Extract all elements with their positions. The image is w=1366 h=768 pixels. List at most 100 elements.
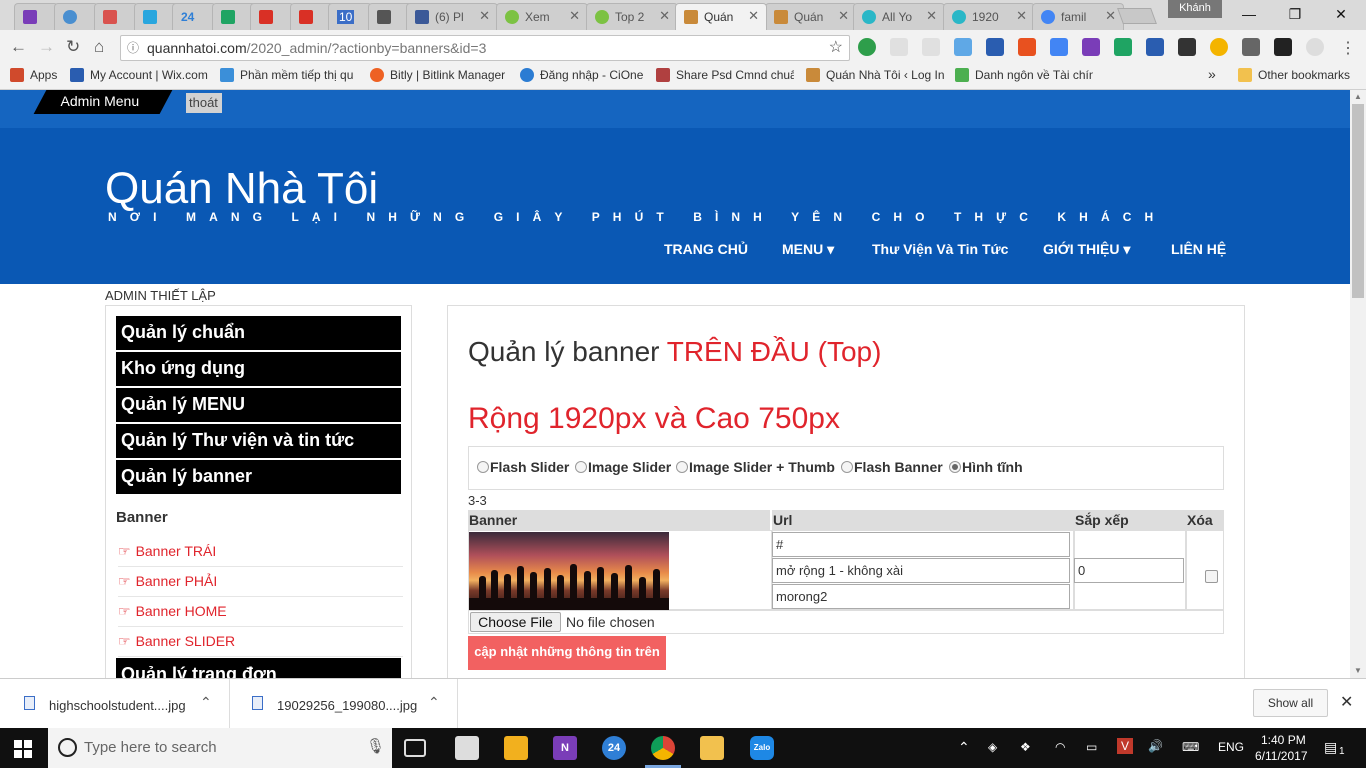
app-24-icon[interactable]: 24 [602, 736, 626, 760]
close-icon[interactable]: ✕ [569, 8, 580, 24]
chevron-up-icon[interactable]: ⌃ [428, 694, 440, 711]
tab-14[interactable]: Quán ✕ [765, 3, 857, 30]
tab-0[interactable] [14, 3, 58, 30]
home-icon[interactable]: ⌂ [94, 37, 104, 57]
download-icon[interactable] [1306, 38, 1324, 56]
close-icon[interactable]: ✕ [926, 8, 937, 24]
scrollbar-thumb[interactable] [1352, 104, 1364, 298]
other-bookmarks[interactable]: Other bookmarks [1238, 68, 1350, 82]
close-icon[interactable]: ✕ [1105, 8, 1116, 24]
extension-icon[interactable] [954, 38, 972, 56]
nav-menu[interactable]: MENU ▾ [782, 241, 834, 258]
tab-4[interactable]: 24 [172, 3, 216, 30]
nav-about[interactable]: GIỚI THIỆU ▾ [1043, 241, 1130, 258]
sidebar-menu-menu[interactable]: Quản lý MENU [116, 388, 401, 422]
bookmark-phan-mem[interactable]: Phần mềm tiếp thị qu [220, 68, 356, 82]
notification-icon[interactable]: ▤ [1324, 739, 1337, 756]
menu-icon[interactable]: ⋮ [1340, 38, 1356, 58]
sidebar-menu-library[interactable]: Quản lý Thư viện và tin tức [116, 424, 401, 458]
info-icon[interactable]: ⓘ [127, 36, 139, 60]
tray-v-icon[interactable]: V [1117, 738, 1134, 754]
chevron-up-icon[interactable]: ⌃ [200, 694, 212, 711]
sidebar-menu-standard[interactable]: Quản lý chuẩn [116, 316, 401, 350]
profile-button[interactable]: Khánh [1168, 0, 1222, 18]
tab-6[interactable] [250, 3, 294, 30]
translate-icon[interactable] [1050, 38, 1068, 56]
bookmark-danh-ngon[interactable]: Danh ngôn về Tài chín [955, 68, 1093, 82]
keyboard-icon[interactable]: ⌨ [1182, 740, 1199, 754]
tips-icon[interactable] [504, 736, 528, 760]
check-icon[interactable] [922, 38, 940, 56]
close-icon[interactable]: ✕ [748, 8, 759, 24]
site-title[interactable]: Quán Nhà Tôi [105, 164, 378, 214]
new-tab-button[interactable] [1117, 8, 1157, 24]
extension-icon[interactable] [890, 38, 908, 56]
close-icon[interactable]: ✕ [659, 8, 670, 24]
address-bar[interactable]: ⓘ quannhatoi.com/2020_admin/?actionby=ba… [120, 35, 850, 61]
tab-1[interactable] [54, 3, 98, 30]
nav-contact[interactable]: LIÊN HỆ [1171, 241, 1226, 257]
sidebar-link-banner-left[interactable]: ☞ Banner TRÁI [118, 537, 403, 567]
choose-file-button[interactable]: Choose File [470, 612, 561, 632]
bookmark-share-psd[interactable]: Share Psd Cmnd chuẩ [656, 68, 794, 82]
forward-icon[interactable]: → [38, 37, 55, 57]
bookmark-icon[interactable] [986, 38, 1004, 56]
windows-start-icon[interactable] [14, 740, 32, 758]
clock-date[interactable]: 6/11/2017 [1255, 749, 1308, 763]
language-indicator[interactable]: ENG [1218, 740, 1244, 754]
sidebar-link-banner-slider[interactable]: ☞ Banner SLIDER [118, 627, 403, 657]
microphone-icon[interactable]: 🎙 [366, 737, 385, 755]
download-item[interactable]: 19029256_199080....jpg ⌃ [228, 679, 458, 729]
banner-name-input[interactable]: morong2 [772, 584, 1070, 609]
taskbar-search[interactable]: Type here to search 🎙 [48, 728, 392, 768]
battery-icon[interactable]: ▭ [1086, 740, 1097, 754]
close-icon[interactable]: ✕ [1016, 8, 1027, 24]
banner-url-input[interactable]: # [772, 532, 1070, 557]
download-item[interactable]: highschoolstudent....jpg ⌃ [0, 679, 230, 729]
radio-static-image[interactable]: Hình tĩnh [949, 459, 1023, 475]
radio-flash-banner[interactable]: Flash Banner [841, 459, 943, 475]
file-explorer-icon[interactable] [700, 736, 724, 760]
scroll-up-icon[interactable]: ▲ [1354, 92, 1362, 101]
sidebar-menu-banner[interactable]: Quản lý banner [116, 460, 401, 494]
sidebar-menu-pages[interactable]: Quản lý trang đơn [116, 658, 401, 678]
zalo-icon[interactable]: Zalo [750, 736, 774, 760]
radio-flash-slider[interactable]: Flash Slider [477, 459, 569, 475]
reload-icon[interactable]: ↻ [66, 37, 80, 57]
dropbox-icon[interactable]: ❖ [1020, 740, 1031, 754]
tab-8[interactable]: 10 [328, 3, 372, 30]
bookmark-quan-nha-toi[interactable]: Quán Nhà Tôi ‹ Log In [806, 68, 945, 82]
tab-16[interactable]: 1920 ✕ [943, 3, 1035, 30]
banner-desc-input[interactable]: mở rộng 1 - không xài [772, 558, 1070, 583]
extension-icon[interactable] [1146, 38, 1164, 56]
tab-11[interactable]: Xem ✕ [496, 3, 588, 30]
tab-10[interactable]: (6) Pl ✕ [406, 3, 498, 30]
sidebar-link-banner-right[interactable]: ☞ Banner PHẢI [118, 567, 403, 597]
bookmark-star-icon[interactable]: ☆ [829, 36, 843, 60]
chrome-icon[interactable] [651, 736, 675, 760]
calendar-icon[interactable] [455, 736, 479, 760]
volume-icon[interactable]: 🔊 [1148, 739, 1163, 753]
radio-image-slider-thumb[interactable]: Image Slider + Thumb [676, 459, 835, 475]
nav-library-news[interactable]: Thư Viện Và Tin Tức [872, 241, 1008, 257]
update-info-button[interactable]: cập nhật những thông tin trên [468, 636, 666, 670]
clock-time[interactable]: 1:40 PM [1261, 733, 1306, 747]
tab-13-active[interactable]: Quán ✕ [675, 3, 767, 30]
office-icon[interactable] [1018, 38, 1036, 56]
bookmark-apps[interactable]: Apps [10, 68, 57, 82]
close-icon[interactable]: ✕ [838, 8, 849, 24]
logout-link[interactable]: thoát [186, 93, 222, 113]
restore-button[interactable]: ❐ [1272, 0, 1318, 30]
more-bookmarks-button[interactable]: » [1208, 66, 1216, 82]
tray-app-icon[interactable]: ◈ [988, 740, 997, 754]
minimize-button[interactable]: — [1226, 0, 1272, 30]
show-all-downloads-button[interactable]: Show all [1253, 689, 1328, 717]
tab-15[interactable]: All Yo ✕ [853, 3, 945, 30]
drive-icon[interactable] [1114, 38, 1132, 56]
sidebar-menu-apps[interactable]: Kho ứng dụng [116, 352, 401, 386]
sidebar-link-banner-home[interactable]: ☞ Banner HOME [118, 597, 403, 627]
radio-image-slider[interactable]: Image Slider [575, 459, 671, 475]
extension-icon[interactable] [1178, 38, 1196, 56]
close-icon[interactable]: ✕ [479, 8, 490, 24]
delete-checkbox[interactable] [1205, 570, 1218, 583]
